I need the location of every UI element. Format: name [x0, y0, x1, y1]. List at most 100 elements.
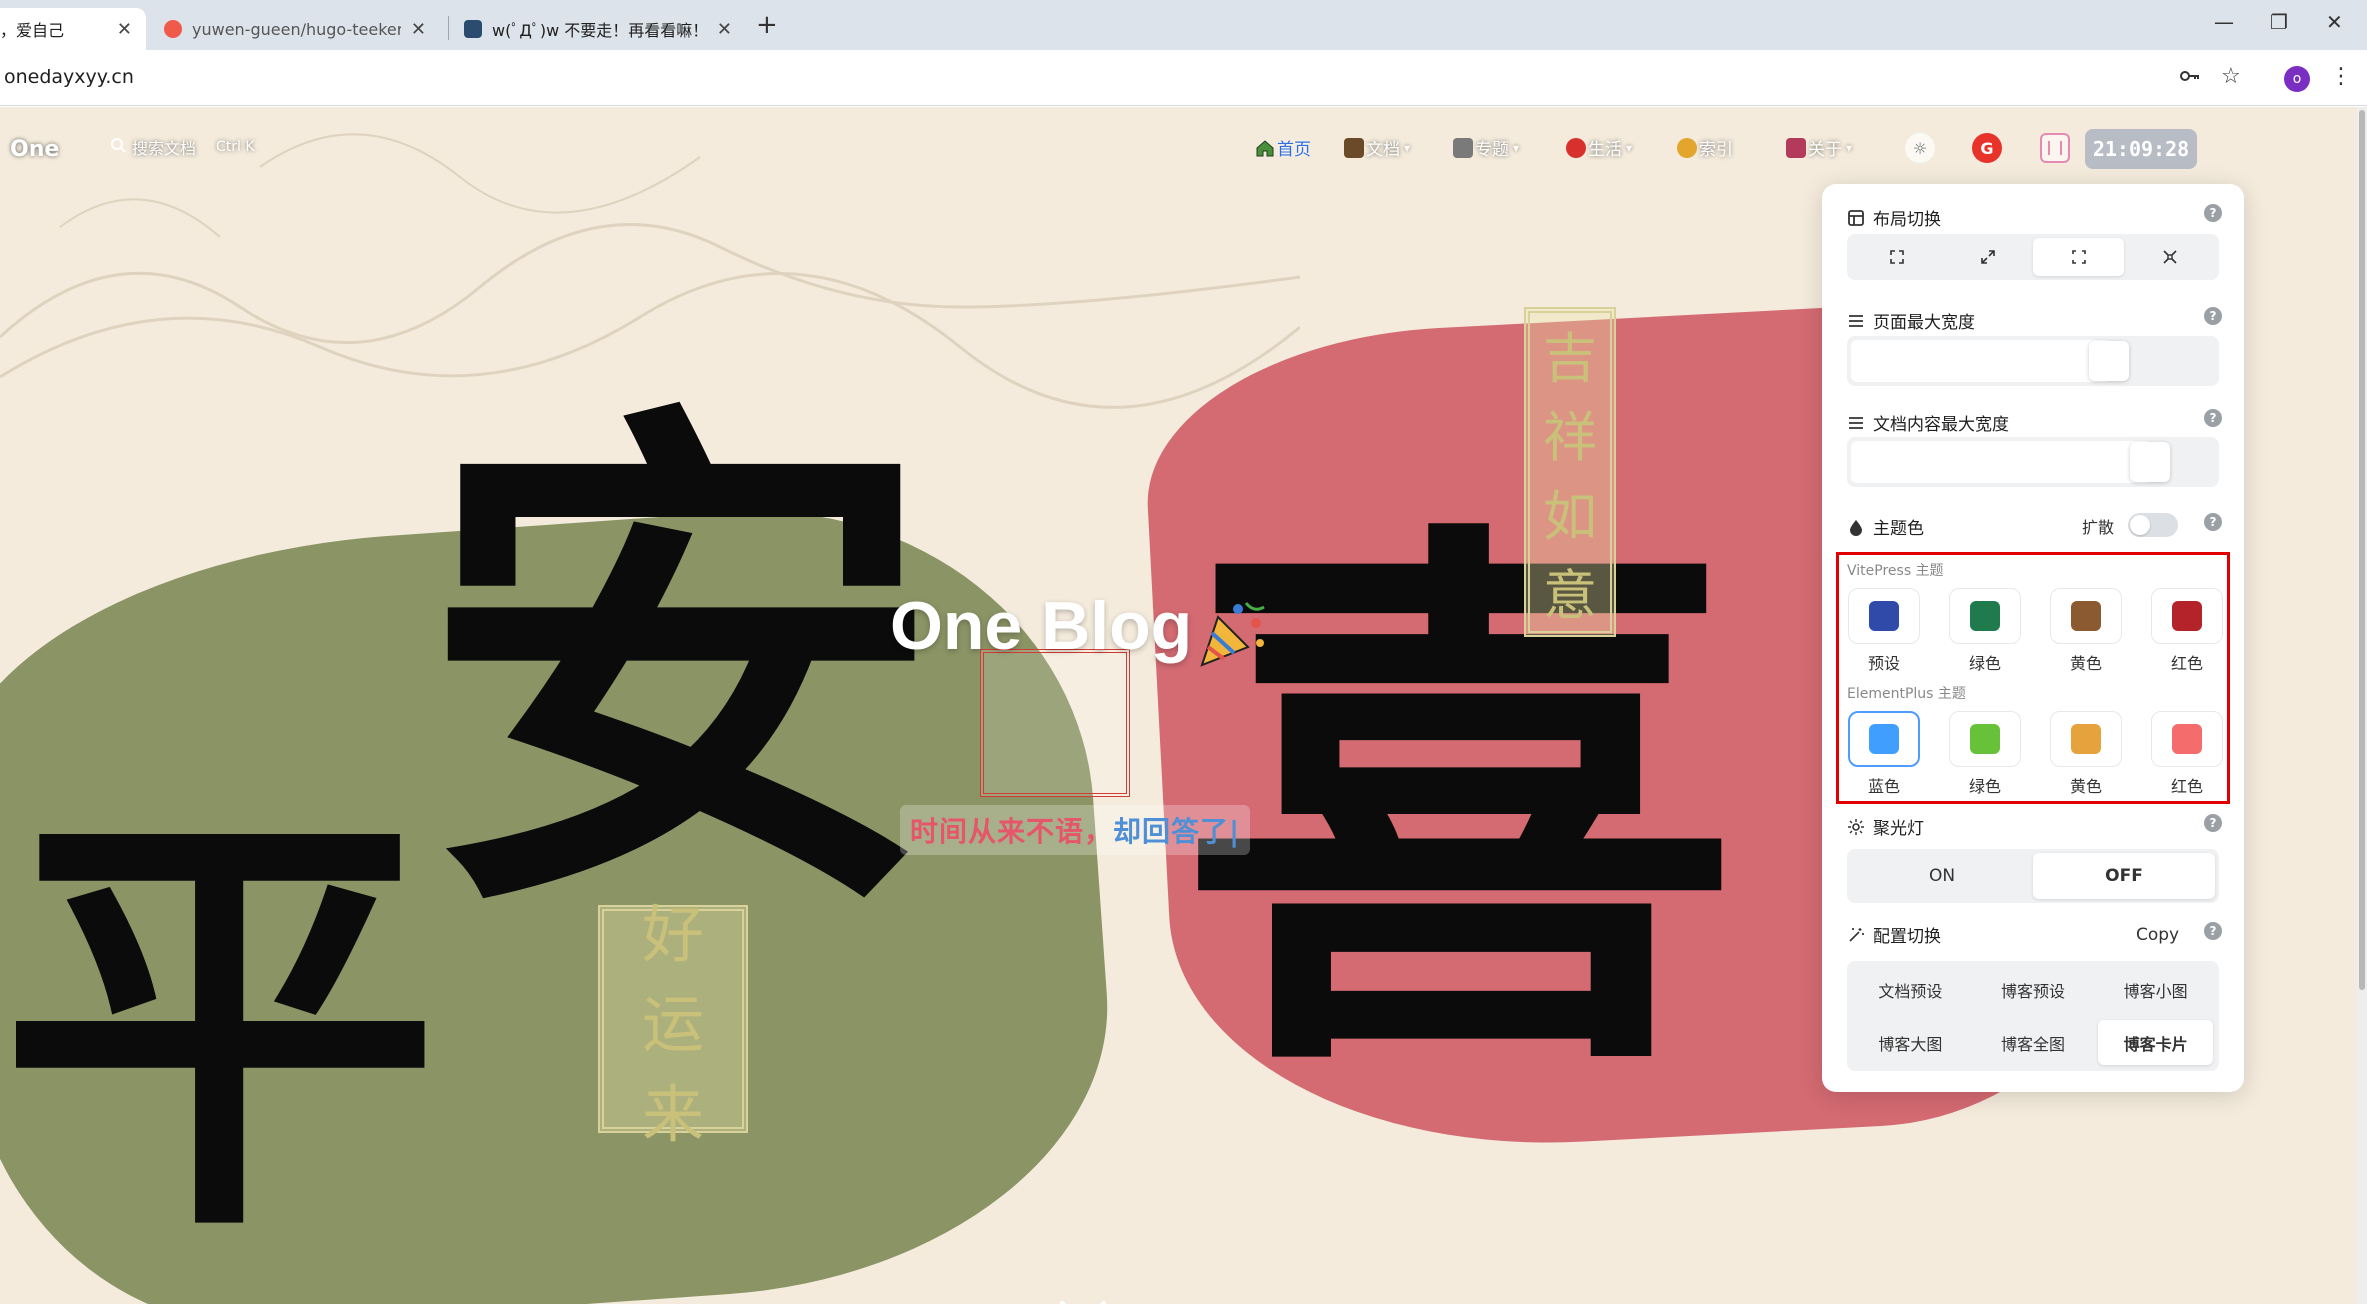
preset-blog-full[interactable]: 博客全图: [1976, 1020, 2091, 1065]
slider-thumb[interactable]: [2089, 341, 2129, 381]
key-icon[interactable]: [2178, 64, 2202, 94]
preset-blog-small[interactable]: 博客小图: [2098, 967, 2213, 1012]
seal-char: 来: [641, 1078, 704, 1151]
window-close-button[interactable]: ✕: [2326, 10, 2343, 34]
page-width-slider[interactable]: [1847, 336, 2219, 386]
site-navbar: One 搜索文档 Ctrl K 首页 文档 ▾ 专题 ▾ 生活 ▾ 索引 关于 …: [0, 107, 2357, 187]
help-icon[interactable]: ?: [2204, 307, 2222, 325]
nav-home[interactable]: 首页: [1255, 135, 1311, 160]
page-viewport: 安 平 喜 好 运 来 吉 祥 如 意 One Blog 时间从来不语， 却回答…: [0, 107, 2357, 1304]
tagline-part-1: 时间从来不语，: [910, 815, 1114, 848]
seal-char: 意: [1543, 564, 1597, 627]
chevron-down-icon: ▾: [1513, 140, 1520, 155]
clock-display: 21:09:28: [2085, 129, 2197, 169]
new-tab-button[interactable]: +: [756, 10, 778, 40]
restore-button[interactable]: ❐: [2270, 10, 2288, 34]
more-menu-icon[interactable]: ⋮: [2330, 64, 2352, 89]
compress-icon: [2162, 250, 2177, 264]
chevron-down-icon: ▾: [1626, 140, 1633, 155]
help-icon[interactable]: ?: [2204, 204, 2222, 222]
nav-topics[interactable]: 专题 ▾: [1453, 135, 1519, 160]
chevron-down-icon: ▾: [1404, 140, 1411, 155]
minimize-button[interactable]: —: [2214, 10, 2234, 34]
close-icon[interactable]: ✕: [117, 19, 132, 40]
layout-original-button[interactable]: [2124, 238, 2215, 276]
expand-icon: [1889, 250, 1904, 264]
scroll-down-chevron-icon[interactable]: [1058, 1297, 1108, 1304]
calligraphy-an: 安: [420, 361, 940, 972]
scrollbar-thumb[interactable]: [2359, 110, 2365, 990]
droplet-icon: [1847, 518, 1865, 536]
calligraphy-ping: 平: [0, 768, 440, 1285]
layout-full-button[interactable]: [1851, 238, 1942, 276]
profile-avatar[interactable]: o: [2284, 66, 2310, 92]
width-icon: [1847, 312, 1865, 330]
auspicious-seal: 吉 祥 如 意: [1524, 307, 1616, 637]
index-icon: [1677, 137, 1697, 158]
seal-char: 运: [641, 988, 704, 1061]
width-icon: [1847, 414, 1865, 432]
search-button[interactable]: 搜索文档 Ctrl K: [110, 135, 255, 159]
help-icon[interactable]: ?: [2204, 513, 2222, 531]
tab-separator: [448, 16, 449, 40]
section-label: 主题色: [1873, 519, 1924, 539]
github-favicon-icon: [164, 20, 182, 38]
tab-title: ，爱自己: [0, 21, 65, 40]
tab-title: w(ﾟДﾟ)w 不要走！再看看嘛！: [492, 21, 707, 40]
site-logo[interactable]: One: [10, 137, 59, 162]
seal-char: 如: [1543, 485, 1597, 548]
preset-blog-default[interactable]: 博客预设: [1976, 967, 2091, 1012]
sun-icon: ☼: [1912, 138, 1928, 158]
seal-char: 吉: [1543, 327, 1597, 390]
site-favicon-icon: [464, 20, 482, 38]
tools-icon: [1453, 137, 1473, 158]
search-shortcut: Ctrl K: [216, 139, 255, 155]
browser-tab[interactable]: ，爱自己 ✕: [0, 8, 146, 50]
close-icon[interactable]: ✕: [411, 19, 426, 40]
chevron-down-icon: ▾: [1846, 140, 1853, 155]
spread-toggle[interactable]: [2128, 513, 2178, 537]
spotlight-on-button[interactable]: ON: [1851, 853, 2033, 899]
party-popper-icon: [1200, 602, 1265, 667]
close-icon[interactable]: ✕: [717, 19, 732, 40]
gitee-icon: G: [1980, 138, 1994, 158]
nav-label: 首页: [1277, 140, 1311, 160]
layout-settings-button[interactable]: [2040, 133, 2070, 163]
url-field[interactable]: onedayxyy.cn: [4, 66, 134, 88]
search-label: 搜索文档: [132, 139, 197, 158]
layout-icon: [1847, 209, 1865, 227]
nav-about[interactable]: 关于 ▾: [1786, 135, 1852, 160]
slider-thumb[interactable]: [2130, 442, 2170, 482]
toggle-knob: [2130, 515, 2150, 535]
browser-tab[interactable]: w(ﾟДﾟ)w 不要走！再看看嘛！ ✕: [450, 8, 746, 50]
home-icon: [1255, 138, 1275, 158]
preset-blog-card[interactable]: 博客卡片: [2098, 1020, 2213, 1065]
slider-fill: [1851, 340, 2111, 382]
config-preset-grid: 文档预设 博客预设 博客小图 博客大图 博客全图 博客卡片: [1847, 961, 2219, 1071]
browser-tab-bar: ，爱自己 ✕ yuwen-gueen/hugo-teeker-t ✕ w(ﾟДﾟ…: [0, 0, 2367, 50]
help-icon[interactable]: ?: [2204, 409, 2222, 427]
nav-label: 生活: [1588, 140, 1622, 160]
nav-life[interactable]: 生活 ▾: [1566, 135, 1632, 160]
layout-switch-title: 布局切换: [1847, 205, 1941, 230]
frame-icon: [2071, 250, 2086, 264]
doc-width-slider[interactable]: [1847, 437, 2219, 487]
slider-fill: [1851, 441, 2151, 483]
layout-doc-width-button[interactable]: [2033, 238, 2124, 276]
spotlight-switch-group: ON OFF: [1847, 849, 2219, 903]
bookmark-star-icon[interactable]: ☆: [2221, 64, 2241, 89]
spotlight-off-button[interactable]: OFF: [2033, 853, 2215, 899]
appearance-toggle-button[interactable]: ☼: [1905, 133, 1935, 163]
preset-blog-large[interactable]: 博客大图: [1853, 1020, 1968, 1065]
hero-title: One Blog: [890, 588, 1193, 664]
theme-color-title: 主题色: [1847, 514, 1924, 539]
nav-index[interactable]: 索引: [1677, 135, 1733, 160]
gitee-link-button[interactable]: G: [1972, 133, 2002, 163]
layout-sidebar-width-button[interactable]: [1942, 238, 2033, 276]
nav-docs[interactable]: 文档 ▾: [1344, 135, 1410, 160]
seal-char: 好: [641, 898, 704, 971]
preset-doc-default[interactable]: 文档预设: [1853, 967, 1968, 1012]
red-seal-stamp: [980, 649, 1130, 797]
browser-tab[interactable]: yuwen-gueen/hugo-teeker-t ✕: [150, 8, 440, 50]
layout-switch-group: [1847, 234, 2219, 280]
